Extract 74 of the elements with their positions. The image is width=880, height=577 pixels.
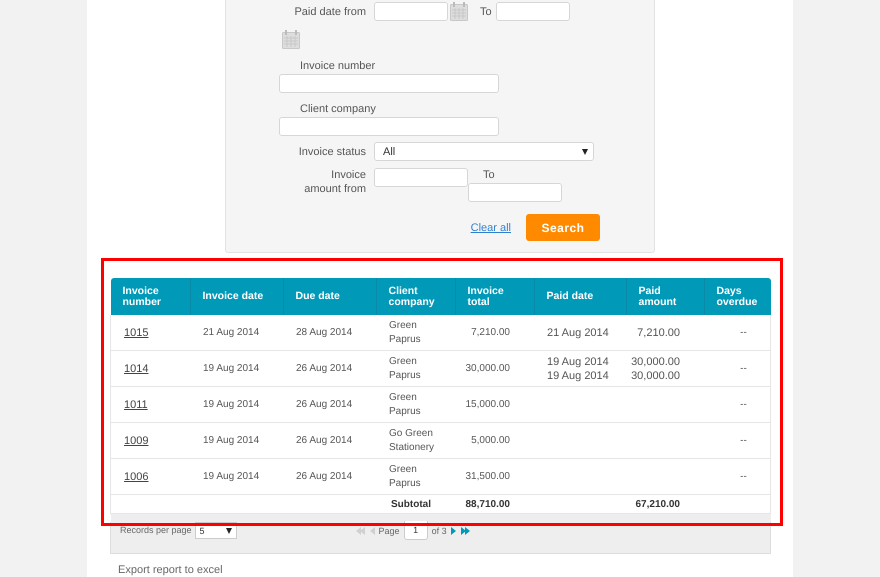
column-header: Client company <box>376 278 455 315</box>
subtotal-label: Subtotal <box>391 498 431 510</box>
dropdown-arrow-icon <box>226 528 232 534</box>
input-field[interactable] <box>279 74 499 93</box>
table-cell-text: Green Paprus <box>389 354 422 382</box>
status-dropdown[interactable]: All <box>374 142 594 161</box>
table-cell: 26 Aug 2014 <box>296 435 352 446</box>
table-cell: 26 Aug 2014 <box>296 471 352 482</box>
last-page-icon[interactable] <box>460 526 471 534</box>
field-label: Invoice number <box>300 59 376 73</box>
calendar-icon[interactable] <box>282 30 300 49</box>
table-cell-text: Green Paprus <box>389 390 422 418</box>
first-page-icon[interactable] <box>354 526 365 534</box>
field-label: To <box>480 5 493 20</box>
table-cell: 21 Aug 2014 <box>203 327 260 338</box>
input-field[interactable] <box>496 2 570 21</box>
column-header: Paid date <box>534 278 626 315</box>
page-label: Page <box>378 526 400 536</box>
invoice-number-link[interactable]: 1011 <box>124 398 148 410</box>
input-field[interactable] <box>468 183 562 202</box>
table-cell: 15,000.00 <box>466 399 510 410</box>
column-header: Paid amount <box>626 278 704 315</box>
calendar-icon[interactable] <box>450 2 468 21</box>
page-count-label: of 3 <box>432 526 447 536</box>
table-cell-text: 30,000.00 <box>630 368 680 382</box>
invoice-number-link[interactable]: 1009 <box>124 434 148 446</box>
table-cell-text: Green Paprus <box>389 462 422 490</box>
input-field[interactable] <box>374 2 448 21</box>
field-label: To <box>482 168 496 183</box>
field-label: Invoice status <box>298 145 367 160</box>
table-cell: -- <box>740 399 747 410</box>
table-cell-text: 19 Aug 2014 <box>547 354 610 368</box>
column-header: Days overdue <box>704 278 770 315</box>
table-cell: 30,000.00 <box>466 363 510 374</box>
table-cell: -- <box>740 363 747 374</box>
column-header: Invoice date <box>190 278 283 315</box>
previous-page-icon[interactable] <box>368 526 375 534</box>
table-cell: 67,210.00 <box>636 498 680 510</box>
table-cell: 88,710.00 <box>466 498 510 510</box>
invoice-number-link[interactable]: 1006 <box>124 470 148 482</box>
table-cell-text: 19 Aug 2014 <box>547 368 610 382</box>
dropdown-arrow-icon <box>582 148 588 154</box>
table-cell: 26 Aug 2014 <box>296 399 352 410</box>
table-cell: 19 Aug 2014 <box>203 471 260 482</box>
column-header: Invoice total <box>455 278 534 315</box>
table-cell-text: Go Green Stationery <box>389 426 436 454</box>
table-cell: 19 Aug 2014 <box>203 363 260 374</box>
table-cell-text: 7,210.00 <box>636 326 680 340</box>
column-header: Invoice number <box>110 278 190 315</box>
table-cell: 26 Aug 2014 <box>296 363 352 374</box>
table-cell: 28 Aug 2014 <box>296 327 352 338</box>
input-field[interactable] <box>374 168 468 187</box>
field-label: Invoice amount from <box>303 168 367 196</box>
input-field[interactable] <box>279 117 499 136</box>
table-cell: 31,500.00 <box>466 471 510 482</box>
column-header: Due date <box>283 278 376 315</box>
clear-all-link[interactable]: Clear all <box>470 222 511 234</box>
table-cell: -- <box>740 471 747 482</box>
export-link[interactable]: Export report to excel <box>118 564 223 576</box>
table-cell: 7,210.00 <box>471 327 510 338</box>
next-page-icon[interactable] <box>450 526 457 534</box>
field-label: Paid date from <box>293 5 367 20</box>
table-cell: -- <box>740 435 747 446</box>
field-label: Client company <box>300 102 376 116</box>
invoice-number-link[interactable]: 1015 <box>124 326 148 338</box>
table-cell: 19 Aug 2014 <box>203 399 260 410</box>
invoice-number-link[interactable]: 1014 <box>124 362 148 374</box>
table-cell: -- <box>740 327 747 338</box>
table-cell: 19 Aug 2014 <box>203 435 260 446</box>
table-cell: 5,000.00 <box>471 435 510 446</box>
table-cell-text: Green Paprus <box>389 318 422 346</box>
table-cell-text: 30,000.00 <box>630 354 680 368</box>
table-cell-text: 21 Aug 2014 <box>547 326 610 340</box>
records-per-page-label: Records per page <box>120 524 192 537</box>
